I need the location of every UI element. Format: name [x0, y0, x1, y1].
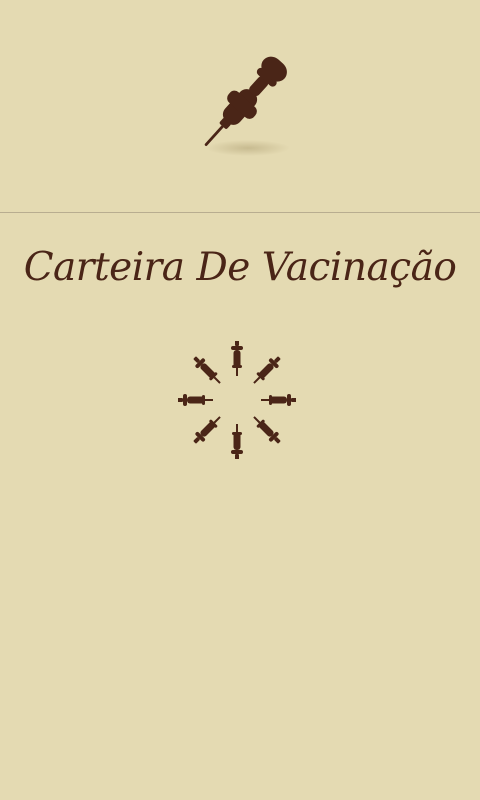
splash-header	[0, 0, 480, 212]
syringe-icon	[170, 40, 310, 175]
splash-screen: Carteira De Vacinação	[0, 0, 480, 800]
syringe-loading-spinner	[178, 341, 296, 459]
app-title: Carteira De Vacinação	[23, 245, 457, 290]
header-divider	[0, 212, 480, 213]
